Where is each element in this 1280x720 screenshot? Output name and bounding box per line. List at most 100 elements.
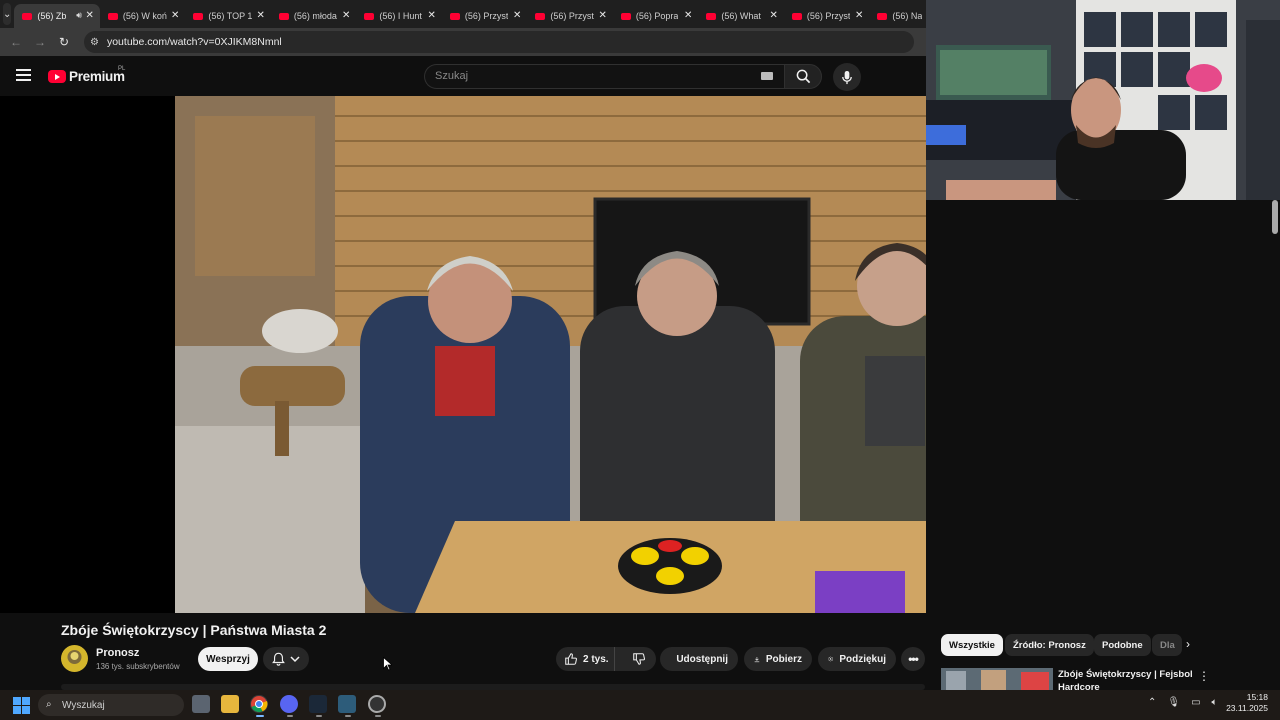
menu-icon[interactable]	[16, 69, 31, 81]
bell-icon	[271, 652, 285, 666]
tab-title: (56) TOP 1	[208, 11, 253, 21]
webcam-overlay	[926, 0, 1280, 200]
browser-tab[interactable]: (56) Przyst ✕	[784, 4, 870, 28]
tab-list: (56) Zb 🔊︎ ✕ (56) W koń ✕ (56) TOP 1 ✕ (56) mło…	[14, 0, 955, 28]
obs-icon[interactable]	[368, 695, 386, 713]
search-button[interactable]	[784, 64, 822, 89]
youtube-play-icon	[48, 70, 66, 83]
tab-title: (56) Przyst	[464, 11, 509, 21]
youtube-favicon-icon	[791, 12, 802, 20]
mouse-cursor-icon	[383, 656, 394, 676]
app-window-icon[interactable]	[338, 695, 356, 713]
network-icon[interactable]: ▭	[1191, 697, 1200, 708]
logo-country-code: PL	[118, 66, 126, 72]
browser-tab[interactable]: (56) Przyst ✕	[442, 4, 528, 28]
chip-all[interactable]: Wszystkie	[941, 634, 1003, 656]
youtube-favicon-icon	[706, 12, 717, 20]
close-icon[interactable]: ✕	[770, 10, 778, 21]
thanks-button[interactable]: $ Podziękuj	[818, 647, 896, 671]
browser-tab[interactable]: (56) TOP 1 ✕	[185, 4, 271, 28]
youtube-favicon-icon	[193, 12, 204, 20]
discord-icon[interactable]	[280, 695, 298, 713]
microphone-tray-icon[interactable]: 🎙︎	[1167, 697, 1180, 708]
browser-tab[interactable]: (56) Przyst ✕	[527, 4, 613, 28]
search-input[interactable]: Szukaj	[424, 64, 784, 89]
close-icon[interactable]: ✕	[684, 10, 692, 21]
youtube-header: Premium PL Szukaj	[0, 56, 926, 96]
reload-button[interactable]: ↻	[52, 35, 76, 49]
close-icon[interactable]: ✕	[855, 10, 863, 21]
browser-toolbar: ← → ↻ ⚙ youtube.com/watch?v=0XJIKM8Nmnl	[0, 28, 926, 56]
chip-for-you[interactable]: Dla	[1152, 634, 1182, 656]
chevron-down-icon	[290, 656, 300, 663]
close-icon[interactable]: ✕	[599, 10, 607, 21]
tab-search-button[interactable]: ⌄	[3, 3, 12, 25]
taskbar-search-input[interactable]: Wyszukaj	[38, 694, 184, 716]
notifications-button[interactable]	[263, 647, 309, 671]
running-indicator	[375, 715, 381, 717]
windows-start-icon[interactable]	[13, 697, 30, 714]
keyboard-icon[interactable]	[761, 72, 773, 80]
chip-similar[interactable]: Podobne	[1094, 634, 1151, 656]
chip-source[interactable]: Źródło: Pronosz	[1005, 634, 1094, 656]
share-button[interactable]: Udostępnij	[660, 647, 738, 671]
like-button[interactable]: 2 tys.	[556, 647, 616, 671]
clock-time: 15:18	[1246, 692, 1268, 702]
browser-tab-strip: ⌄ (56) Zb 🔊︎ ✕ (56) W koń ✕ (56) TOP 1 ✕ (56) m…	[0, 0, 949, 28]
close-icon[interactable]: ✕	[171, 10, 179, 21]
back-button[interactable]: ←	[4, 35, 28, 49]
dislike-button[interactable]	[621, 652, 656, 666]
recommended-thumbnail[interactable]	[941, 668, 1053, 690]
youtube-favicon-icon	[449, 12, 460, 20]
browser-tab[interactable]: (56) młoda ✕	[271, 4, 357, 28]
download-button[interactable]: Pobierz	[744, 647, 812, 671]
tab-title: (56) młoda	[293, 11, 337, 21]
more-icon: •••	[908, 652, 919, 666]
download-icon	[754, 656, 760, 662]
video-player[interactable]	[0, 96, 926, 613]
video-frame[interactable]	[175, 96, 926, 613]
chevron-up-icon[interactable]: ⌃	[1148, 697, 1156, 708]
chrome-icon[interactable]	[250, 695, 268, 713]
tab-title: (56) Przyst	[806, 11, 851, 21]
taskbar-clock[interactable]: 15:18 23.11.2025	[1222, 692, 1268, 714]
task-view-icon[interactable]	[192, 695, 210, 713]
browser-tab[interactable]: (56) Popra ✕	[613, 4, 699, 28]
tab-title: (56) Zb	[37, 11, 67, 21]
volume-icon[interactable]: 🔈︎	[1212, 697, 1218, 708]
system-tray: ⌃ 🎙︎ ▭ 🔈︎	[1148, 697, 1218, 708]
steam-icon[interactable]	[309, 695, 327, 713]
channel-avatar[interactable]	[61, 645, 88, 672]
tab-audio-icon[interactable]: 🔊︎	[76, 10, 82, 21]
voice-search-button[interactable]	[833, 63, 861, 91]
recommended-menu-icon[interactable]: ⋮	[1198, 669, 1210, 683]
like-count: 2 tys.	[583, 653, 609, 665]
search-icon	[796, 69, 810, 84]
channel-name[interactable]: Pronosz	[96, 647, 139, 659]
address-bar[interactable]: ⚙ youtube.com/watch?v=0XJIKM8Nmnl	[84, 31, 914, 53]
close-icon[interactable]: ✕	[428, 10, 436, 21]
recommended-title[interactable]: Zbóje Świętokrzyscy | Fejsbol Hardcore	[1058, 668, 1193, 690]
browser-tab[interactable]: (56) Zb 🔊︎ ✕	[14, 4, 100, 28]
youtube-logo[interactable]: Premium	[48, 69, 125, 84]
thumbs-up-icon	[565, 653, 577, 665]
youtube-favicon-icon	[535, 12, 546, 20]
close-icon[interactable]: ✕	[342, 10, 350, 21]
support-button[interactable]: Wesprzyj	[198, 647, 258, 671]
browser-tab[interactable]: (56) What ✕	[698, 4, 784, 28]
file-explorer-icon[interactable]	[221, 695, 239, 713]
browser-tab[interactable]: (56) W koń ✕	[100, 4, 186, 28]
chevron-right-icon[interactable]: ›	[1186, 637, 1190, 651]
site-info-icon[interactable]: ⚙	[90, 37, 99, 48]
close-icon[interactable]: ✕	[257, 10, 265, 21]
page-scrollbar[interactable]	[1272, 200, 1278, 234]
tab-title: (56) I Hunt	[379, 11, 422, 21]
forward-button[interactable]: →	[28, 35, 52, 49]
video-frame-image	[175, 96, 926, 613]
browser-tab[interactable]: (56) I Hunt ✕	[356, 4, 442, 28]
more-actions-button[interactable]: •••	[901, 647, 925, 671]
close-icon[interactable]: ✕	[86, 10, 94, 21]
subscriber-count: 136 tys. subskrybentów	[96, 662, 180, 671]
running-indicator	[287, 715, 293, 717]
close-icon[interactable]: ✕	[513, 10, 521, 21]
